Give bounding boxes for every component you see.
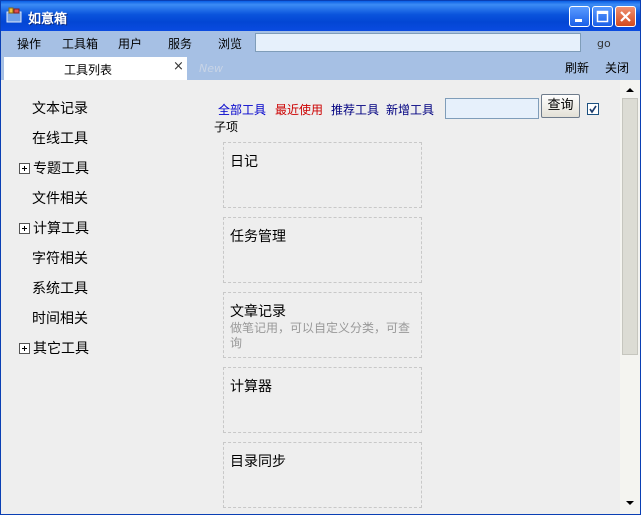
maximize-icon [596, 10, 609, 23]
sidebar-item-system-tools[interactable]: 系统工具 [19, 278, 88, 298]
close-tab-button[interactable]: 关闭 [605, 59, 629, 76]
sidebar-item-calc-tools[interactable]: 计算工具 [19, 218, 89, 238]
sidebar-item-label: 在线工具 [32, 131, 88, 147]
vertical-scrollbar[interactable] [620, 80, 640, 514]
window-title: 如意箱 [28, 12, 68, 27]
sidebar-item-label: 其它工具 [33, 341, 89, 357]
subitems-checkbox[interactable] [587, 103, 599, 115]
filter-recommended[interactable]: 推荐工具 [331, 101, 379, 118]
sidebar-item-other-tools[interactable]: 其它工具 [19, 338, 89, 358]
scroll-down-icon[interactable] [623, 496, 637, 510]
sidebar-item-label: 计算工具 [33, 221, 89, 237]
tab-label: 工具列表 [64, 63, 113, 77]
tool-title: 日记 [230, 154, 258, 170]
sidebar-item-label: 文件相关 [32, 191, 88, 207]
sidebar-item-label: 专题工具 [33, 161, 89, 177]
new-tab-button[interactable]: New [199, 62, 223, 75]
tool-title: 计算器 [230, 379, 272, 395]
tab-close-icon[interactable]: × [173, 59, 184, 74]
sidebar-item-char-related[interactable]: 字符相关 [19, 248, 88, 268]
tool-card-task[interactable]: 任务管理 [223, 217, 422, 283]
search-button[interactable]: 查询 [541, 94, 580, 118]
menu-item-browse[interactable]: 浏览 [218, 35, 242, 52]
go-button[interactable]: go [597, 37, 611, 50]
menu-item-user[interactable]: 用户 [118, 35, 142, 52]
search-input[interactable] [445, 98, 539, 119]
filter-new[interactable]: 新增工具 [386, 101, 434, 118]
tool-title: 文章记录 [230, 304, 286, 320]
tool-card-calculator[interactable]: 计算器 [223, 367, 422, 433]
filter-recent[interactable]: 最近使用 [275, 101, 323, 118]
tool-card-diary[interactable]: 日记 [223, 142, 422, 208]
menu-item-toolbox[interactable]: 工具箱 [62, 35, 98, 52]
minimize-button[interactable] [569, 6, 590, 27]
close-icon [620, 11, 631, 22]
sidebar-item-file-related[interactable]: 文件相关 [19, 188, 88, 208]
sidebar-item-online-tools[interactable]: 在线工具 [19, 128, 88, 148]
maximize-button[interactable] [592, 6, 613, 27]
subitems-label: 子项 [214, 120, 239, 134]
refresh-button[interactable]: 刷新 [565, 59, 589, 76]
tool-title: 目录同步 [230, 454, 286, 470]
app-window: 如意箱 操作 工具箱 用户 服务 浏览 go 工具列表 × New 刷新 关闭 … [0, 0, 641, 515]
menu-bar: 操作 工具箱 用户 服务 浏览 go [1, 31, 640, 55]
close-button[interactable] [615, 6, 636, 27]
sidebar-item-label: 字符相关 [32, 251, 88, 267]
scroll-up-icon[interactable] [623, 83, 637, 97]
expand-plus-icon[interactable] [19, 342, 30, 354]
sidebar-item-topic-tools[interactable]: 专题工具 [19, 158, 89, 178]
filter-all-tools[interactable]: 全部工具 [218, 101, 266, 118]
menu-item-service[interactable]: 服务 [168, 35, 192, 52]
tab-bar: 工具列表 × New 刷新 关闭 [1, 55, 640, 80]
toolbox-icon [6, 7, 22, 23]
sidebar-item-text-record[interactable]: 文本记录 [19, 98, 88, 118]
check-icon [589, 105, 597, 114]
sidebar-item-label: 系统工具 [32, 281, 88, 297]
sidebar-item-label: 时间相关 [32, 311, 88, 327]
tab-tool-list[interactable]: 工具列表 × [4, 57, 187, 80]
tool-card-article[interactable]: 文章记录 做笔记用，可以自定义分类，可查询 [223, 292, 422, 358]
expand-plus-icon[interactable] [19, 162, 30, 174]
sidebar-item-label: 文本记录 [32, 101, 88, 117]
tool-title: 任务管理 [230, 229, 286, 245]
main-content: 文本记录 在线工具 专题工具 文件相关 计算工具 字符相关 系统工具 时间相关 … [1, 80, 620, 514]
tool-desc: 做笔记用，可以自定义分类，可查询 [230, 321, 411, 350]
menu-item-operate[interactable]: 操作 [17, 35, 41, 52]
expand-plus-icon[interactable] [19, 222, 30, 234]
scroll-thumb[interactable] [622, 98, 638, 355]
address-input[interactable] [255, 33, 581, 52]
sidebar-item-time-related[interactable]: 时间相关 [19, 308, 88, 328]
minimize-icon [575, 19, 582, 22]
tool-card-dir-sync[interactable]: 目录同步 [223, 442, 422, 508]
title-bar[interactable]: 如意箱 [1, 1, 640, 31]
